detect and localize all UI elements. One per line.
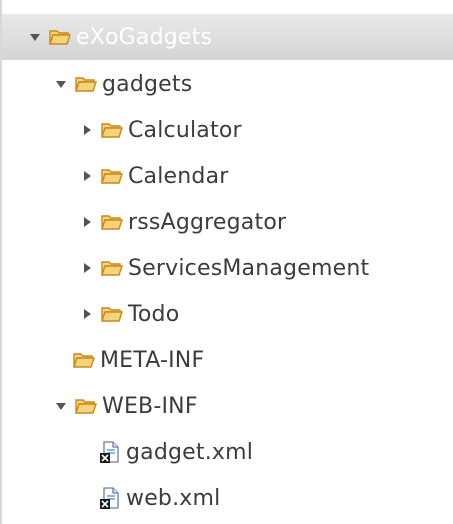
tree-item-calculator[interactable]: Calculator xyxy=(2,107,453,153)
tree-item-rssaggregator[interactable]: rssAggregator xyxy=(2,199,453,245)
collapsed-arrow-icon[interactable] xyxy=(80,123,94,137)
tree-item-todo[interactable]: Todo xyxy=(2,291,453,337)
tree-item-label: Todo xyxy=(128,301,180,327)
tree-item-label: web.xml xyxy=(126,485,221,511)
collapsed-arrow-icon[interactable] xyxy=(80,215,94,229)
expanded-arrow-icon[interactable] xyxy=(28,30,42,44)
tree-item-gadget-xml[interactable]: gadget.xml xyxy=(2,429,453,475)
tree-item-label: Calendar xyxy=(128,163,229,189)
tree-item-label: rssAggregator xyxy=(128,209,287,235)
folder-icon xyxy=(48,25,72,49)
folder-icon xyxy=(100,210,124,234)
folder-icon xyxy=(100,164,124,188)
tree-item-label: WEB-INF xyxy=(102,393,198,419)
tree-item-calendar[interactable]: Calendar xyxy=(2,153,453,199)
xml-file-icon xyxy=(98,440,122,464)
tree-item-label: gadget.xml xyxy=(126,439,254,465)
folder-icon xyxy=(100,118,124,142)
collapsed-arrow-icon[interactable] xyxy=(80,261,94,275)
tree-item-exogadgets[interactable]: eXoGadgets xyxy=(2,14,453,60)
tree-item-label: META-INF xyxy=(100,347,205,373)
xml-file-icon xyxy=(98,486,122,510)
collapsed-arrow-icon[interactable] xyxy=(80,307,94,321)
expanded-arrow-icon[interactable] xyxy=(54,399,68,413)
tree-item-gadgets[interactable]: gadgets xyxy=(2,61,453,107)
tree-item-label: Calculator xyxy=(128,117,242,143)
expanded-arrow-icon[interactable] xyxy=(54,77,68,91)
folder-icon xyxy=(100,256,124,280)
tree-item-web-xml[interactable]: web.xml xyxy=(2,475,453,521)
project-explorer-tree: eXoGadgets gadgets Calculator Calendar r… xyxy=(0,0,453,524)
tree-item-label: ServicesManagement xyxy=(128,255,370,281)
folder-icon xyxy=(74,72,98,96)
tree-item-label: eXoGadgets xyxy=(76,24,213,50)
folder-icon xyxy=(72,348,96,372)
folder-icon xyxy=(100,302,124,326)
tree-item-meta-inf[interactable]: META-INF xyxy=(2,337,453,383)
tree-item-label: gadgets xyxy=(102,71,193,97)
folder-icon xyxy=(74,394,98,418)
collapsed-arrow-icon[interactable] xyxy=(80,169,94,183)
tree-item-web-inf[interactable]: WEB-INF xyxy=(2,383,453,429)
tree-item-servicesmanagement[interactable]: ServicesManagement xyxy=(2,245,453,291)
